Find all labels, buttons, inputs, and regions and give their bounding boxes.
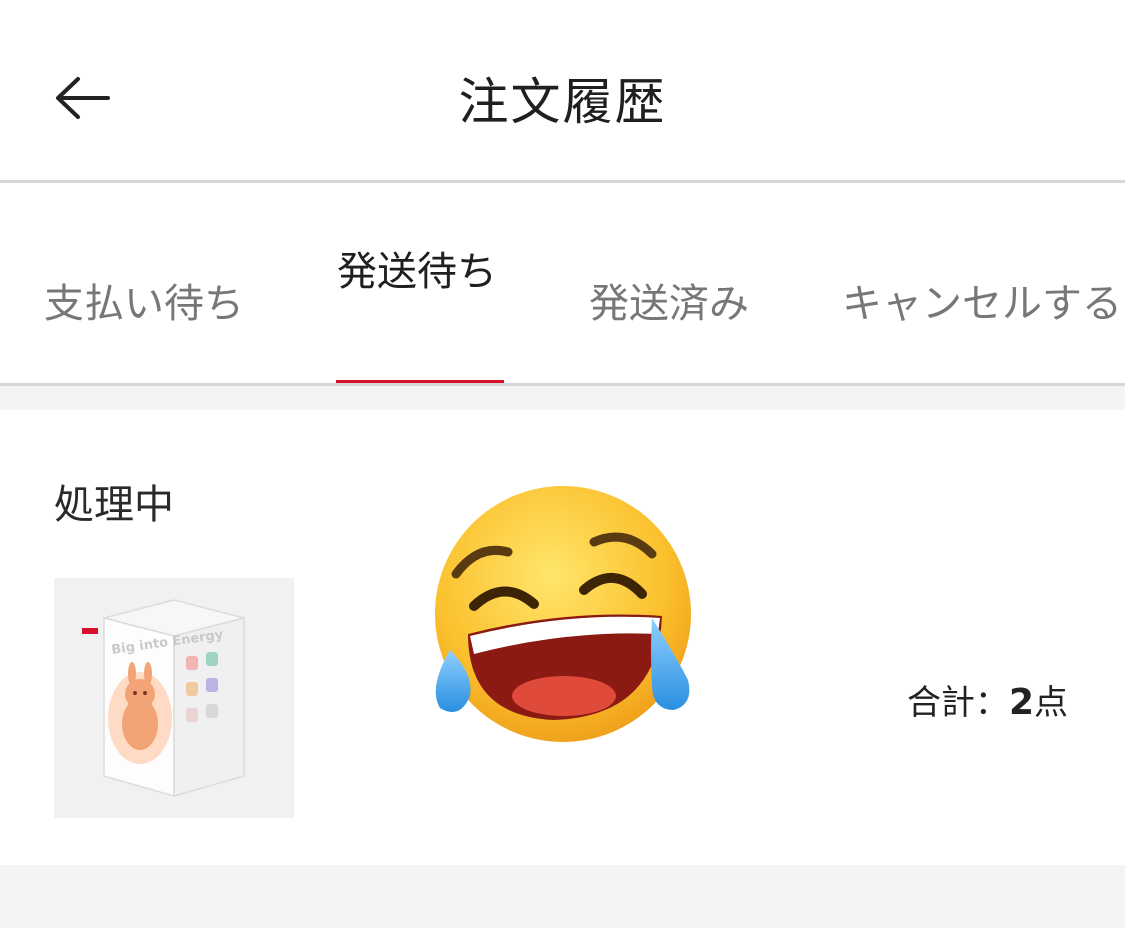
order-total: 合計：2点 — [907, 675, 1068, 724]
tab-shipped[interactable]: 発送済み — [589, 271, 749, 329]
product-thumbnail[interactable]: Big into Energy — [54, 578, 294, 818]
active-tab-indicator — [336, 380, 504, 383]
order-card[interactable]: 処理中 Big into Energy 合計：2点 — [0, 410, 1125, 865]
tab-awaiting-payment[interactable]: 支払い待ち — [44, 271, 244, 329]
app-header: 注文履歴 — [0, 0, 1125, 183]
total-prefix: 合計： — [906, 683, 1009, 723]
order-tabs: 支払い待ち 発送待ち 発送済み キャンセルする — [0, 183, 1125, 386]
page-title: 注文履歴 — [458, 73, 667, 131]
order-status: 処理中 — [54, 482, 174, 528]
tab-cancel[interactable]: キャンセルする — [842, 271, 1122, 329]
laughing-crying-emoji — [435, 486, 691, 742]
total-suffix: 点 — [1034, 683, 1068, 723]
product-box-image: Big into Energy — [82, 599, 245, 797]
total-count: 2 — [1008, 682, 1034, 723]
tab-awaiting-shipment[interactable]: 発送待ち — [337, 239, 497, 297]
